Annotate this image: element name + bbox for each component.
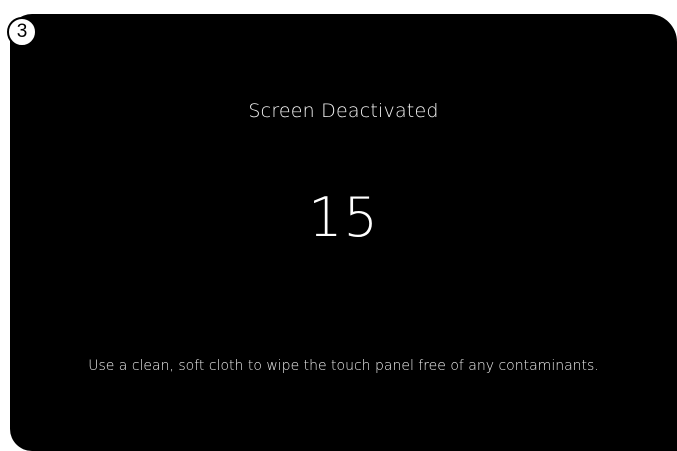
step-number-badge: 3 — [7, 17, 37, 47]
touch-panel-screen: Screen Deactivated 15 Use a clean, soft … — [10, 14, 677, 451]
countdown-timer: 15 — [308, 186, 379, 249]
screen-title: Screen Deactivated — [248, 100, 439, 122]
cleaning-instructions: Use a clean, soft cloth to wipe the touc… — [88, 358, 599, 374]
